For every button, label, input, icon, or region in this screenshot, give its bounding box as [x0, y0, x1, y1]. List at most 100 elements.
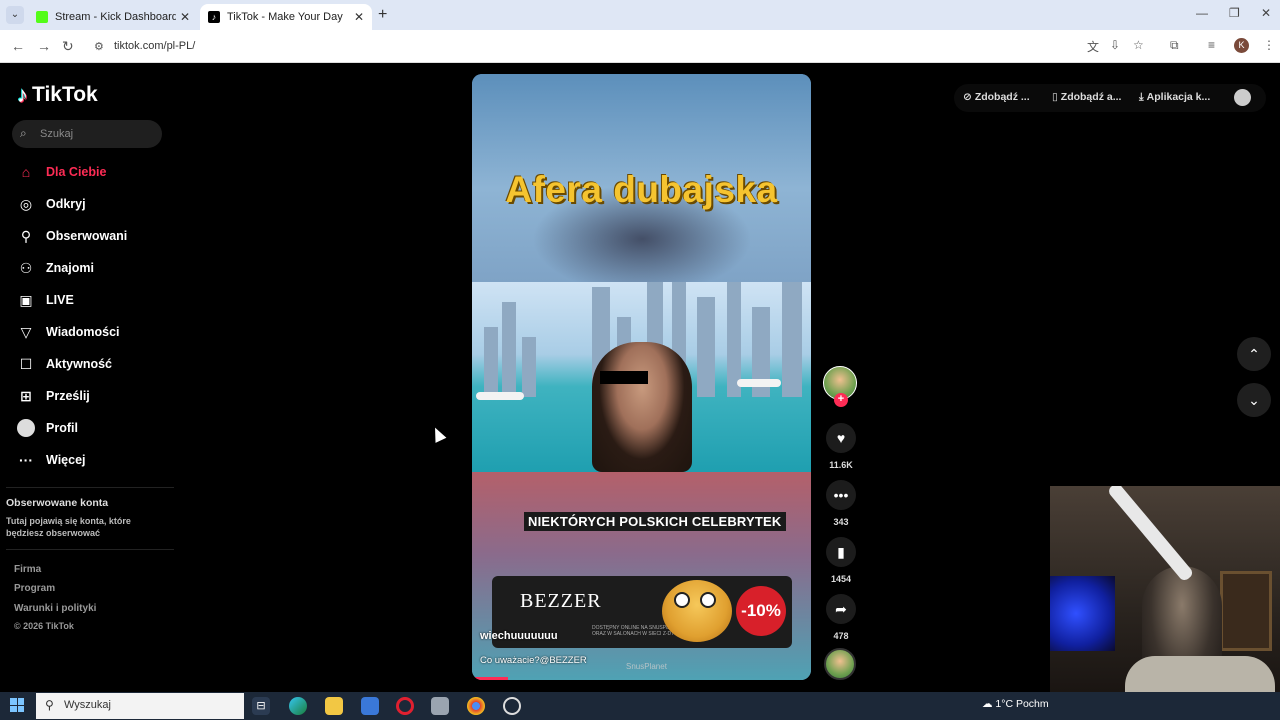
store-icon[interactable]: [361, 697, 379, 715]
footer-program-link[interactable]: Program: [14, 583, 55, 594]
next-video-button[interactable]: ⌄: [1237, 383, 1271, 417]
tab-kick-dashboard[interactable]: Stream - Kick Dashboard ✕: [28, 4, 198, 30]
taskbar-search[interactable]: ⚲ Wyszukaj: [36, 693, 244, 719]
tiktok-logo[interactable]: ♪ TikTok: [17, 82, 98, 108]
search-box[interactable]: ⌕: [12, 120, 162, 148]
footer-copyright: © 2026 TikTok: [14, 621, 74, 631]
nav-for-you[interactable]: ⌂ Dla Ciebie: [17, 160, 107, 184]
get-app-button[interactable]: ▯ Zdobądź a...: [1052, 91, 1121, 103]
search-input[interactable]: [40, 125, 155, 143]
edge-icon[interactable]: [289, 697, 307, 715]
forward-icon[interactable]: →: [37, 38, 51, 54]
chevron-up-icon: ⌃: [1248, 346, 1260, 362]
footer-company-link[interactable]: Firma: [14, 564, 41, 575]
share-arrow-icon: ➦: [835, 601, 847, 617]
comment-icon: •••: [833, 487, 849, 503]
url-box[interactable]: [86, 34, 1156, 58]
url-text[interactable]: tiktok.com/pl-PL/: [114, 40, 195, 52]
weather-widget[interactable]: ☁ 1°C Pochm: [982, 698, 1049, 710]
new-tab-icon[interactable]: +: [378, 6, 387, 24]
webcam-overlay: [1050, 486, 1280, 692]
video-music[interactable]: SnusPlanet: [626, 662, 667, 671]
video-frame-photo: [472, 282, 811, 472]
browser-profile-avatar[interactable]: K: [1234, 38, 1249, 53]
chrome-icon[interactable]: [467, 697, 485, 715]
restore-icon[interactable]: ❐: [1229, 6, 1240, 20]
extensions-icon[interactable]: ⧉: [1170, 38, 1179, 53]
censor-bar: [600, 371, 648, 384]
media-controls-icon[interactable]: ≡: [1208, 38, 1215, 52]
ad-brand: BEZZER: [520, 590, 602, 612]
heart-icon: ♥: [836, 430, 846, 446]
sidebar-divider: [6, 549, 174, 550]
home-icon: ⌂: [21, 164, 31, 180]
follow-plus-icon[interactable]: +: [834, 393, 848, 407]
footer-terms-link[interactable]: Warunki i polityki: [14, 603, 96, 614]
search-icon: ⚲: [45, 698, 54, 712]
nav-explore[interactable]: ◎ Odkryj: [17, 192, 86, 216]
nav-label: Aktywność: [46, 357, 112, 371]
obs-icon[interactable]: [503, 697, 521, 715]
user-avatar[interactable]: [1234, 89, 1251, 106]
send-icon: ▽: [20, 323, 32, 340]
tiktok-favicon-icon: ♪: [208, 11, 220, 23]
nav-label: Obserwowani: [46, 229, 128, 243]
video-caption-overlay: NIEKTÓRYCH POLSKICH CELEBRYTEK: [524, 512, 786, 531]
nav-activity[interactable]: ☐ Aktywność: [17, 352, 112, 376]
close-window-icon[interactable]: ✕: [1261, 6, 1271, 20]
chevron-down-icon: ⌄: [1248, 392, 1260, 408]
get-coins-button[interactable]: ⊘ Zdobądź ...: [963, 91, 1030, 103]
comment-button[interactable]: •••: [826, 480, 856, 510]
logo-text: TikTok: [32, 83, 98, 106]
video-title-overlay: Afera dubajska: [505, 169, 778, 210]
nav-following[interactable]: ⚲ Obserwowani: [17, 224, 127, 248]
tab-close-icon[interactable]: ✕: [354, 10, 364, 24]
share-button[interactable]: ➦: [826, 594, 856, 624]
browser-tab-bar: ⌄ Stream - Kick Dashboard ✕ ♪ TikTok - M…: [0, 0, 1280, 30]
comment-count: 343: [833, 517, 849, 527]
reload-icon[interactable]: ↻: [62, 38, 74, 55]
bookmark-star-icon[interactable]: ☆: [1133, 38, 1144, 52]
task-view-icon[interactable]: ⊟: [252, 697, 270, 715]
file-explorer-icon[interactable]: [325, 697, 343, 715]
mouse-cursor-icon: [429, 425, 447, 443]
music-disc-icon[interactable]: [824, 648, 856, 680]
previous-video-button[interactable]: ⌃: [1237, 337, 1271, 371]
nav-upload[interactable]: ⊞ Prześlij: [17, 384, 90, 408]
video-progress-bar[interactable]: [472, 677, 508, 680]
search-icon[interactable]: ⌕: [20, 126, 27, 141]
video-player[interactable]: Afera dubajska NIEKTÓRYCH POLSKICH CELEB…: [472, 74, 811, 680]
opera-icon[interactable]: [396, 697, 414, 715]
tab-close-icon[interactable]: ✕: [180, 10, 190, 24]
sidebar-divider: [6, 487, 174, 488]
nav-more[interactable]: ··· Więcej: [17, 448, 86, 472]
desktop-app-button[interactable]: ⤓ Aplikacja k...: [1139, 91, 1210, 104]
upload-icon: ⊞: [20, 387, 32, 404]
video-description[interactable]: Co uważacie?@BEZZER: [480, 655, 587, 666]
ad-mascot: [662, 580, 732, 642]
like-button[interactable]: ♥: [826, 423, 856, 453]
tab-tiktok[interactable]: ♪ TikTok - Make Your Day ✕: [200, 4, 372, 30]
nav-messages[interactable]: ▽ Wiadomości: [17, 320, 120, 344]
nav-friends[interactable]: ⚇ Znajomi: [17, 256, 94, 280]
app-icon[interactable]: [431, 697, 449, 715]
tab-search-dropdown-icon[interactable]: ⌄: [6, 6, 24, 24]
nav-label: Dla Ciebie: [46, 165, 107, 179]
compass-icon: ◎: [19, 195, 33, 212]
install-app-icon[interactable]: ⇩: [1110, 38, 1120, 52]
microphone-arm: [1106, 486, 1195, 583]
nav-live[interactable]: ▣ LIVE: [17, 288, 73, 312]
video-username[interactable]: wiechuuuuuuu: [480, 630, 558, 642]
cloud-icon: ☁: [982, 698, 996, 710]
site-info-icon[interactable]: ⚙: [94, 40, 104, 53]
minimize-icon[interactable]: —: [1196, 6, 1208, 20]
nav-profile[interactable]: Profil: [17, 416, 78, 440]
translate-icon[interactable]: 文: [1087, 38, 1099, 55]
browser-menu-icon[interactable]: ⋮: [1263, 38, 1275, 52]
kick-favicon-icon: [36, 11, 48, 23]
windows-start-icon[interactable]: [10, 698, 24, 712]
back-icon[interactable]: ←: [11, 38, 25, 54]
save-button[interactable]: ▮: [826, 537, 856, 567]
tab-title: Stream - Kick Dashboard: [55, 11, 176, 23]
live-icon: ▣: [19, 291, 33, 308]
